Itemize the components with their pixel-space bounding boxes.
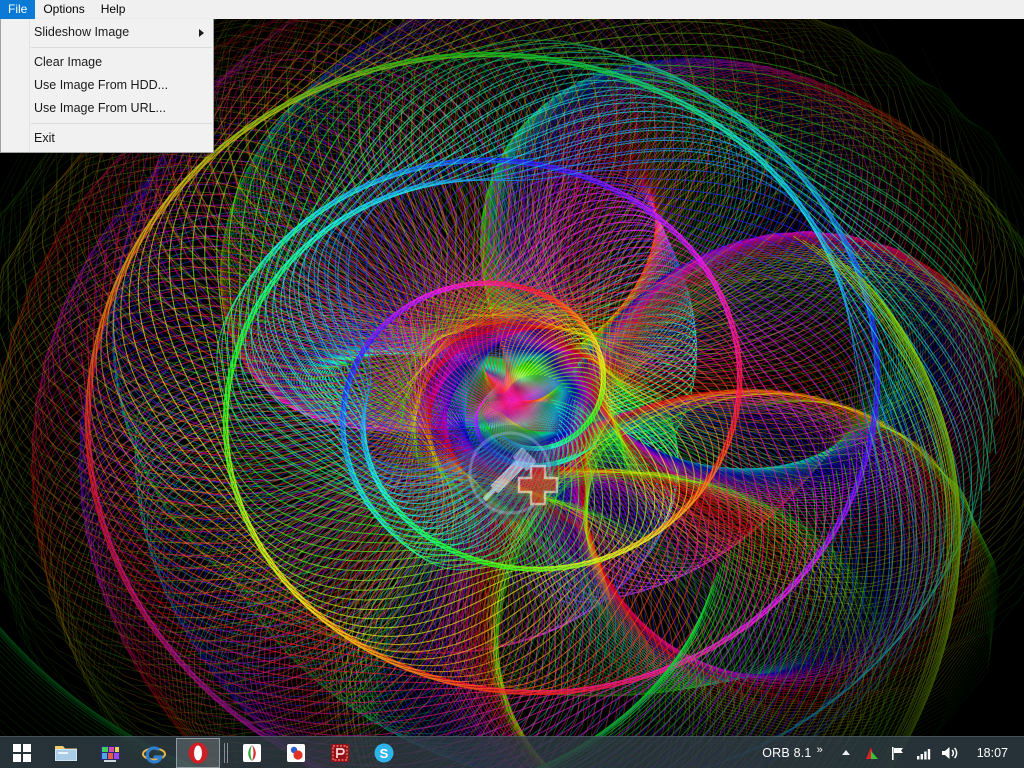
taskbar-internet-explorer[interactable]: [132, 738, 176, 768]
menubar-item-help[interactable]: Help: [93, 0, 134, 19]
windows-logo-icon: [13, 743, 31, 762]
menubar-item-options[interactable]: Options: [35, 0, 92, 19]
menu-item-slideshow-image[interactable]: Slideshow Image: [1, 21, 213, 44]
taskbar-buttons: S: [44, 737, 406, 768]
menu-separator: [31, 47, 212, 48]
start-button[interactable]: [0, 737, 44, 768]
volume-speaker-icon: [941, 746, 958, 759]
menu-item-label: Slideshow Image: [34, 25, 130, 39]
tray-show-hidden-icons[interactable]: [833, 737, 859, 768]
chevron-right-icon: [199, 28, 204, 37]
menu-item-label: Use Image From HDD...: [34, 78, 169, 92]
file-explorer-icon: [55, 745, 77, 761]
taskbar-red-green-app[interactable]: [230, 738, 274, 768]
show-hidden-icons-icon: [841, 749, 850, 755]
system-tray: ORB 8.1 » 18:07: [756, 737, 1024, 768]
taskbar-skype[interactable]: S: [362, 738, 406, 768]
taskbar-pixel-app[interactable]: [88, 738, 132, 768]
taskbar-grip[interactable]: [221, 742, 230, 764]
menu-item-exit[interactable]: Exit: [1, 127, 213, 150]
opera-icon: [188, 742, 208, 763]
menu-item-label: Clear Image: [34, 55, 103, 69]
tray-overflow-chevrons[interactable]: »: [814, 745, 833, 760]
tray-orb-label[interactable]: ORB 8.1: [756, 746, 813, 760]
menu-item-use-image-from-url[interactable]: Use Image From URL...: [1, 97, 213, 120]
syringe-red-cross-icon[interactable]: [453, 418, 568, 528]
flag-action-center-icon: [891, 746, 903, 760]
tray-network[interactable]: [911, 737, 937, 768]
internet-explorer-icon: [142, 745, 166, 764]
taskbar-red-blue-app[interactable]: [274, 738, 318, 768]
taskbar-clock[interactable]: 18:07: [963, 746, 1020, 760]
desktop-screen: File Options Help Slideshow Image Clear …: [0, 0, 1024, 768]
menu-bar: File Options Help: [0, 0, 1024, 19]
red-green-triangle-icon: [865, 746, 878, 759]
svg-text:S: S: [380, 746, 389, 761]
network-signal-icon: [916, 748, 930, 759]
taskbar: S ORB 8.1 » 18:07: [0, 736, 1024, 768]
red-square-app-icon: [331, 743, 349, 762]
tray-action-center[interactable]: [885, 737, 911, 768]
pixel-app-icon: [100, 745, 120, 762]
tray-volume[interactable]: [937, 737, 963, 768]
menu-item-label: Exit: [34, 131, 55, 145]
taskbar-empty-area[interactable]: [406, 737, 756, 768]
tray-red-green-triangle[interactable]: [859, 737, 885, 768]
file-menu-dropdown: Slideshow Image Clear Image Use Image Fr…: [0, 19, 214, 153]
menu-separator: [31, 123, 212, 124]
taskbar-opera[interactable]: [176, 737, 220, 768]
taskbar-red-square-app[interactable]: [318, 738, 362, 768]
menu-item-label: Use Image From URL...: [34, 101, 166, 115]
menu-item-use-image-from-hdd[interactable]: Use Image From HDD...: [1, 74, 213, 97]
red-green-app-icon: [243, 743, 261, 762]
menu-item-clear-image[interactable]: Clear Image: [1, 51, 213, 74]
menubar-item-file[interactable]: File: [0, 0, 36, 19]
taskbar-file-explorer[interactable]: [44, 738, 88, 768]
skype-icon: S: [374, 743, 394, 762]
red-blue-dots-icon: [287, 743, 305, 762]
